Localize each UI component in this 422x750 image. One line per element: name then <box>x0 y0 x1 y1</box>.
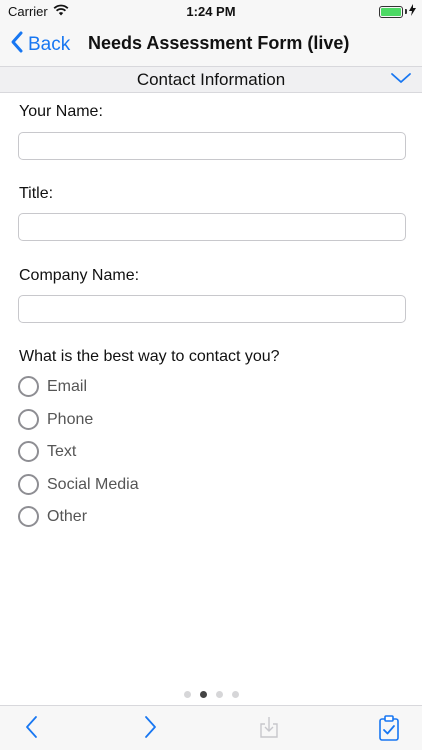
battery-indicator <box>379 4 416 19</box>
radio-label: Phone <box>47 410 94 428</box>
radio-label: Social Media <box>47 475 139 493</box>
page-dot[interactable] <box>183 691 191 698</box>
chevron-right-icon <box>140 716 160 744</box>
page-dot[interactable] <box>231 691 239 698</box>
page-indicator[interactable] <box>0 691 422 698</box>
radio-button[interactable] <box>18 506 39 527</box>
chevron-down-icon[interactable] <box>390 71 412 90</box>
status-time: 1:24 PM <box>186 4 236 19</box>
radio-label: Other <box>47 507 88 525</box>
status-bar: Carrier 1:24 PM <box>0 0 422 22</box>
next-page-button[interactable] <box>140 714 160 745</box>
radio-button[interactable] <box>18 376 39 397</box>
submit-button[interactable] <box>377 714 401 747</box>
contact-option-text[interactable]: Text <box>18 441 76 462</box>
chevron-left-icon <box>22 716 42 744</box>
contact-option-social-media[interactable]: Social Media <box>18 474 139 495</box>
contact-question-label: What is the best way to contact you? <box>19 348 280 365</box>
battery-icon <box>379 5 403 18</box>
navigation-bar: Back Needs Assessment Form (live) <box>0 22 422 66</box>
radio-label: Email <box>47 377 88 395</box>
name-label: Your Name: <box>19 103 103 120</box>
contact-option-email[interactable]: Email <box>18 376 87 397</box>
radio-label: Text <box>47 442 77 460</box>
chevron-left-icon <box>10 30 24 60</box>
page-dot-active[interactable] <box>199 691 207 698</box>
charging-bolt-icon <box>409 4 416 19</box>
company-field[interactable] <box>18 295 406 323</box>
section-title: Contact Information <box>136 70 286 89</box>
back-label: Back <box>28 34 71 55</box>
battery-tip <box>405 9 407 14</box>
page-title: Needs Assessment Form (live) <box>88 33 350 53</box>
battery-fill <box>381 7 401 16</box>
title-label: Title: <box>19 185 54 202</box>
contact-option-phone[interactable]: Phone <box>18 409 93 430</box>
radio-button[interactable] <box>18 474 39 495</box>
back-button[interactable]: Back <box>10 30 70 60</box>
previous-page-button[interactable] <box>22 714 42 745</box>
clipboard-check-icon <box>377 715 401 746</box>
contact-option-other[interactable]: Other <box>18 506 87 527</box>
radio-button[interactable] <box>18 441 39 462</box>
page-dot[interactable] <box>215 691 223 698</box>
name-field[interactable] <box>18 132 406 160</box>
bottom-toolbar <box>0 705 422 750</box>
save-button[interactable] <box>258 714 280 745</box>
radio-button[interactable] <box>18 409 39 430</box>
section-header[interactable]: Contact Information <box>0 66 422 93</box>
company-label: Company Name: <box>19 267 140 284</box>
title-field[interactable] <box>18 213 406 241</box>
download-tray-icon <box>258 717 280 744</box>
